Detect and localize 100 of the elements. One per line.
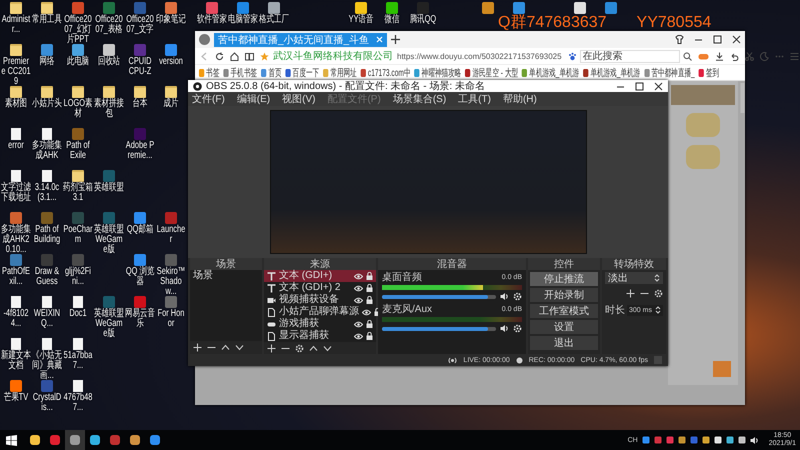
move-down-icon[interactable] [235,343,244,352]
icon-label[interactable]: 多功能集成AHK20.10... [0,225,30,255]
move-up-icon[interactable] [221,343,230,352]
control-button[interactable]: 退出 [530,336,598,350]
document-icon[interactable] [42,170,52,182]
home-icon[interactable] [230,52,239,60]
folder-icon[interactable] [72,170,84,182]
menu-item[interactable]: 文件(F) [192,92,225,106]
app-icon[interactable] [164,2,176,14]
document-icon[interactable] [42,128,52,140]
icon-label[interactable]: Sekiro™ Shadow... [156,267,186,297]
eye-icon[interactable] [354,332,363,340]
icon-label[interactable]: 此电脑 [62,57,92,67]
icon-label[interactable]: 腾讯QQ [408,15,438,25]
settings-icon[interactable] [513,324,522,333]
document-icon[interactable] [10,338,20,350]
bookmark-link[interactable]: 首页 [261,66,282,80]
maximize-icon[interactable] [635,82,644,90]
app-icon[interactable] [482,2,494,14]
transition-dropdown[interactable]: 淡出 [605,272,663,284]
icon-label[interactable]: Office2007_表格 [94,15,124,35]
icon-label[interactable]: 成片 [156,99,186,109]
icon-label[interactable]: 多功能集成AHK [32,141,62,161]
icon-label[interactable]: -4f81024... [0,309,30,329]
icon-label[interactable]: 文字过滤下载地址 [0,183,30,203]
icon-label[interactable]: Draw & Guess [32,267,62,287]
menu-item[interactable]: 场景集合(S) [392,92,446,106]
icon-label[interactable]: Adobe Premie... [124,141,154,161]
icon-label[interactable]: Path of Building [32,225,62,245]
document-icon[interactable] [10,128,20,140]
address-field[interactable]: 武汉斗鱼网络科技有限公司 https://www.douyu.com/503022171537693025 [260,50,562,62]
download-icon[interactable] [714,52,724,60]
source-item[interactable]: 文本 (GDI+) [264,270,376,282]
icon-label[interactable]: PoeCharm [62,225,92,245]
icon-label[interactable]: 微信 [376,15,406,25]
icon-label[interactable]: 台本 [124,99,154,109]
icon-label[interactable]: 51a7bba7... [62,351,92,371]
bookmark-link[interactable]: 手机书签 [223,66,258,80]
bookmark-link[interactable]: 百度一下 [285,66,320,80]
folder-icon[interactable] [10,44,22,56]
document-icon[interactable] [72,338,82,350]
bookmark-link[interactable]: c17173.com中 [360,66,410,80]
folder-icon[interactable] [10,2,22,14]
move-down-icon[interactable] [323,344,332,352]
icon-label[interactable]: error [0,141,30,151]
control-button[interactable]: 设置 [530,320,598,334]
folder-icon[interactable] [72,86,84,98]
menu-item[interactable]: 编辑(E) [236,92,270,106]
eye-icon[interactable] [354,272,363,280]
app-icon[interactable] [72,44,84,56]
icon-label[interactable]: For Honor [156,309,186,329]
icon-label[interactable]: CrystalDis... [32,393,62,413]
icon-label[interactable]: 3.14.0c(3.1... [32,183,62,203]
eye-icon[interactable] [354,284,363,292]
app-icon[interactable] [386,2,398,14]
gamepad-icon[interactable] [698,52,709,60]
icon-label[interactable]: 素材图 [0,99,30,109]
spinner-icon[interactable] [655,306,661,314]
eye-icon[interactable] [354,320,363,328]
lock-icon[interactable] [366,296,373,304]
add-icon[interactable] [626,289,635,298]
speaker-icon[interactable] [500,324,509,333]
icon-label[interactable]: CPUID CPU-Z [124,57,154,77]
folder-icon[interactable] [134,86,146,98]
windows-start-icon[interactable] [6,434,17,446]
control-button[interactable]: 开始录制 [530,288,598,302]
icon-label[interactable]: Premiere CC2019 [0,57,30,87]
icon-label[interactable]: 新建文本文档 [0,351,30,371]
bookmark-link[interactable]: 游民星空 - 大型 [465,66,518,80]
app-icon[interactable] [354,2,366,14]
icon-label[interactable]: 回收站 [94,57,124,67]
menu-item[interactable]: 帮助(H) [502,92,537,106]
icon-label[interactable]: Office2007_幻灯片PPT [62,15,92,45]
settings-icon[interactable] [513,292,522,301]
close-icon[interactable] [654,82,663,90]
icon-label[interactable]: 英雄联盟 [94,183,124,193]
icon-label[interactable]: LOGO素材 [62,99,92,119]
icon-label[interactable]: WEIXINQ... [32,309,62,329]
document-icon[interactable] [42,338,52,350]
scissors-icon[interactable] [744,52,754,60]
folder-icon[interactable] [40,86,52,98]
icon-label[interactable]: version [156,57,186,67]
folder-icon[interactable] [164,86,176,98]
bookmark-link[interactable]: 苦中都神直播_ [644,66,695,80]
icon-label[interactable]: 常用工具 [32,15,62,25]
close-icon[interactable] [732,35,741,44]
document-icon[interactable] [10,296,20,308]
source-item[interactable]: 显示器捕获 [264,330,376,342]
avatar-icon[interactable] [199,34,210,45]
icon-label[interactable]: 网络 [32,57,62,67]
icon-label[interactable]: QQ邮箱 [124,225,154,235]
reload-icon[interactable] [215,52,224,60]
icon-label[interactable]: PathOfExil... [0,267,30,287]
add-icon[interactable] [267,344,276,352]
icon-label[interactable]: 英雄联盟WeGame版 [94,309,124,339]
bookmark-link[interactable]: 签到 [698,66,720,80]
new-tab-icon[interactable] [391,35,400,44]
add-icon[interactable] [193,343,202,352]
icon-label[interactable]: 素材拼接包 [94,99,124,119]
icon-label[interactable]: 网易云音乐 [124,309,154,329]
